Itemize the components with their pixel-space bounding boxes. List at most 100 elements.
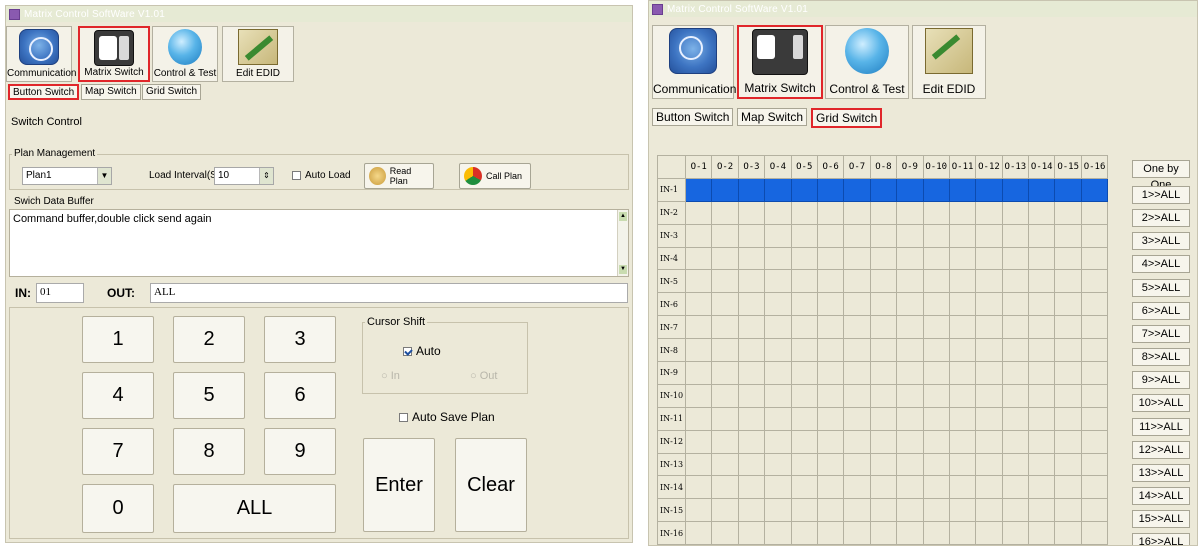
grid-cell[interactable]	[711, 200, 739, 225]
grid-cell[interactable]	[1080, 383, 1109, 408]
grid-cell[interactable]	[869, 429, 898, 454]
grid-cell[interactable]	[1080, 406, 1109, 431]
grid-cell[interactable]	[1080, 338, 1109, 363]
key-5[interactable]: 5	[173, 372, 245, 419]
grid-cell[interactable]	[737, 475, 766, 500]
grid-cell[interactable]	[1054, 498, 1082, 523]
grid-cell[interactable]	[1080, 475, 1109, 500]
grid-cell[interactable]	[922, 269, 950, 294]
grid-cell[interactable]	[1080, 177, 1109, 202]
grid-cell[interactable]	[1028, 406, 1056, 431]
grid-cell[interactable]	[896, 383, 924, 408]
grid-cell[interactable]	[1028, 315, 1056, 340]
control-test-button[interactable]: Control & Test	[825, 25, 909, 99]
key-0[interactable]: 0	[82, 484, 154, 533]
route-to-all-button[interactable]: 11>>ALL	[1132, 417, 1190, 436]
edit-edid-button[interactable]: Edit EDID	[222, 26, 294, 82]
grid-cell[interactable]	[1028, 292, 1056, 317]
grid-cell[interactable]	[896, 338, 924, 363]
grid-cell[interactable]	[711, 406, 739, 431]
route-to-all-button[interactable]: 14>>ALL	[1132, 486, 1190, 505]
grid-cell[interactable]	[975, 200, 1003, 225]
grid-cell[interactable]	[922, 246, 950, 271]
grid-cell[interactable]	[764, 269, 792, 294]
grid-cell[interactable]	[684, 200, 713, 225]
grid-cell[interactable]	[1054, 223, 1082, 248]
grid-cell[interactable]	[737, 315, 766, 340]
grid-cell[interactable]	[711, 361, 739, 385]
grid-cell[interactable]	[896, 521, 924, 545]
grid-cell[interactable]	[869, 406, 898, 431]
grid-cell[interactable]	[975, 361, 1003, 385]
grid-cell[interactable]	[843, 292, 871, 317]
command-buffer[interactable]: Command buffer,double click send again ▲…	[9, 209, 629, 277]
grid-cell[interactable]	[737, 521, 766, 545]
grid-cell[interactable]	[711, 292, 739, 317]
auto-load-checkbox[interactable]: Auto Load	[292, 170, 351, 181]
grid-cell[interactable]	[737, 246, 766, 271]
grid-cell[interactable]	[816, 177, 845, 202]
grid-cell[interactable]	[1080, 223, 1109, 248]
grid-cell[interactable]	[975, 223, 1003, 248]
grid-cell[interactable]	[922, 383, 950, 408]
grid-cell[interactable]	[711, 452, 739, 477]
grid-cell[interactable]	[869, 361, 898, 385]
grid-cell[interactable]	[684, 429, 713, 454]
grid-cell[interactable]	[843, 269, 871, 294]
grid-cell[interactable]	[922, 452, 950, 477]
grid-cell[interactable]	[1080, 361, 1109, 385]
grid-cell[interactable]	[975, 269, 1003, 294]
edit-edid-button[interactable]: Edit EDID	[912, 25, 986, 99]
one-by-one-button[interactable]: One by One	[1132, 160, 1190, 191]
grid-cell[interactable]	[869, 383, 898, 408]
grid-cell[interactable]	[948, 338, 977, 363]
grid-cell[interactable]	[816, 338, 845, 363]
grid-cell[interactable]	[790, 246, 818, 271]
grid-cell[interactable]	[843, 315, 871, 340]
load-interval-input[interactable]: 10 ⇕	[214, 167, 274, 185]
grid-cell[interactable]	[737, 338, 766, 363]
grid-cell[interactable]	[1028, 452, 1056, 477]
grid-cell[interactable]	[896, 269, 924, 294]
grid-cell[interactable]	[711, 223, 739, 248]
grid-cell[interactable]	[922, 177, 950, 202]
grid-cell[interactable]	[1080, 269, 1109, 294]
communication-button[interactable]: Communication	[6, 26, 76, 82]
key-4[interactable]: 4	[82, 372, 154, 419]
route-to-all-button[interactable]: 8>>ALL	[1132, 348, 1190, 367]
grid-cell[interactable]	[896, 292, 924, 317]
grid-cell[interactable]	[948, 498, 977, 523]
grid-cell[interactable]	[711, 383, 739, 408]
route-to-all-button[interactable]: 10>>ALL	[1132, 394, 1190, 413]
spinner-icon[interactable]: ⇕	[259, 168, 273, 184]
grid-cell[interactable]	[975, 177, 1003, 202]
grid-cell[interactable]	[869, 452, 898, 477]
grid-cell[interactable]	[711, 315, 739, 340]
matrix-switch-button[interactable]: Matrix Switch	[737, 25, 823, 99]
grid-cell[interactable]	[843, 406, 871, 431]
grid-cell[interactable]	[1054, 292, 1082, 317]
grid-cell[interactable]	[948, 429, 977, 454]
grid-cell[interactable]	[684, 338, 713, 363]
grid-cell[interactable]	[922, 498, 950, 523]
scrollbar[interactable]: ▲ ▼	[617, 210, 628, 276]
grid-cell[interactable]	[1054, 315, 1082, 340]
grid-cell[interactable]	[922, 200, 950, 225]
grid-cell[interactable]	[764, 292, 792, 317]
grid-cell[interactable]	[1001, 361, 1030, 385]
out-radio[interactable]: ○ Out	[470, 370, 497, 382]
key-6[interactable]: 6	[264, 372, 336, 419]
grid-cell[interactable]	[1080, 292, 1109, 317]
grid-cell[interactable]	[816, 452, 845, 477]
plan-select[interactable]: Plan1 ▼	[22, 167, 112, 185]
grid-cell[interactable]	[816, 269, 845, 294]
grid-cell[interactable]	[684, 361, 713, 385]
grid-cell[interactable]	[684, 521, 713, 545]
grid-cell[interactable]	[896, 315, 924, 340]
grid-cell[interactable]	[790, 498, 818, 523]
route-to-all-button[interactable]: 1>>ALL	[1132, 186, 1190, 204]
grid-cell[interactable]	[684, 269, 713, 294]
grid-cell[interactable]	[1001, 246, 1030, 271]
grid-cell[interactable]	[684, 498, 713, 523]
route-to-all-button[interactable]: 4>>ALL	[1132, 255, 1190, 274]
